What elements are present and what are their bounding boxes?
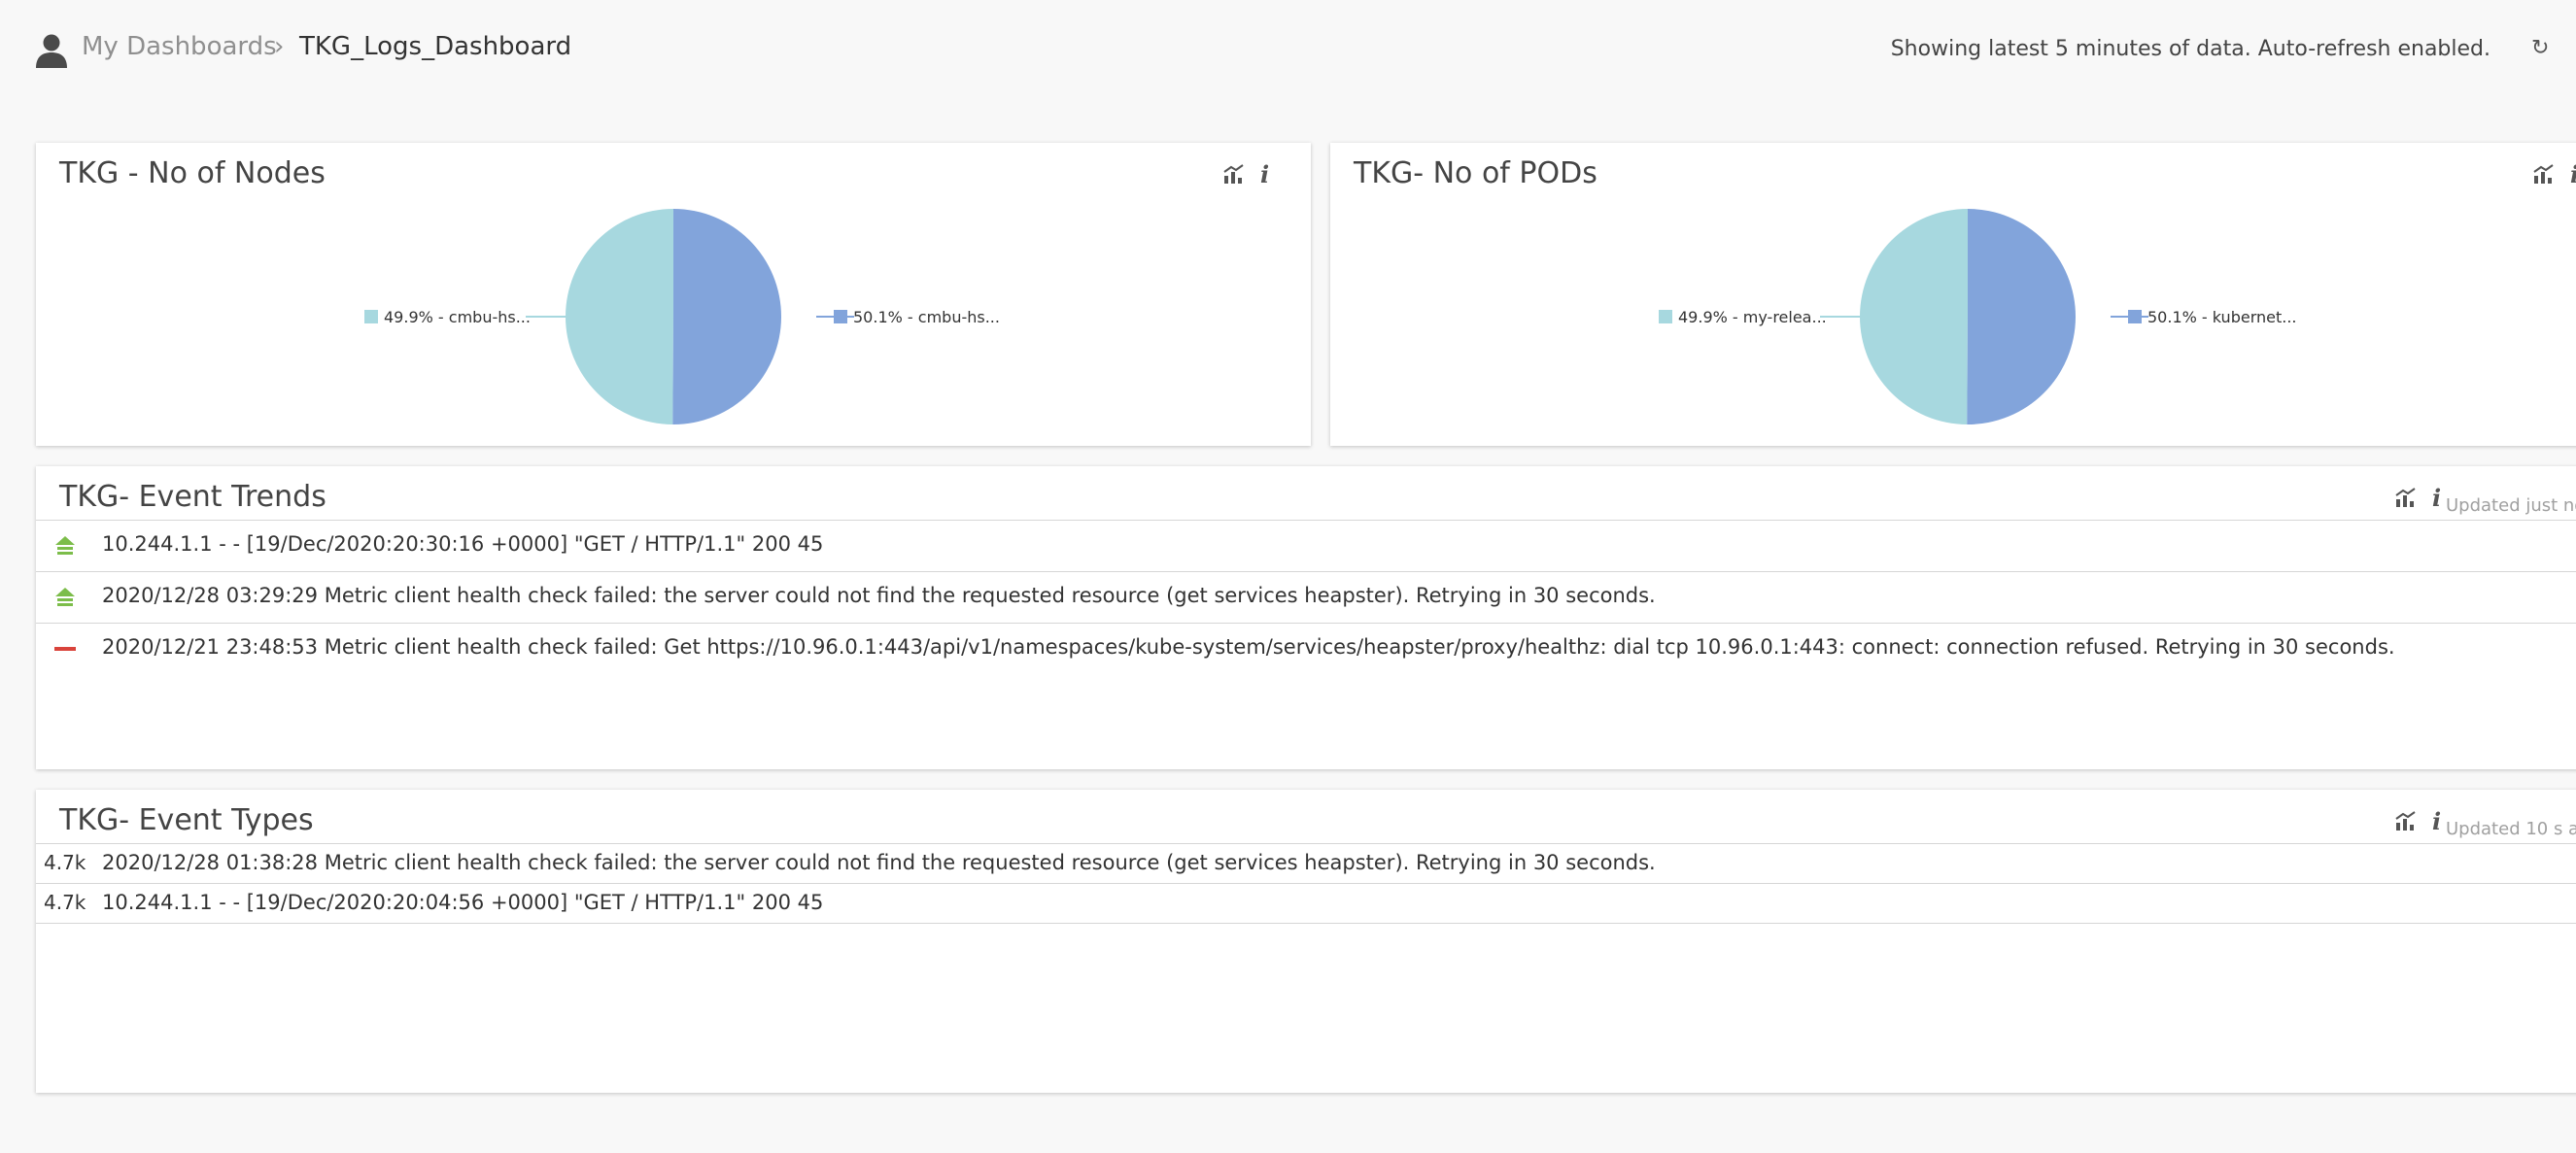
pie-chart: 49.9% - my-relea... 50.1% - kubernet... <box>1659 209 2297 424</box>
legend-label-1: 49.9% - cmbu-hs... <box>384 308 531 326</box>
pie-chart: 49.9% - cmbu-hs... 50.1% - cmbu-hs... <box>364 209 1000 424</box>
pie-slice-2[interactable] <box>1967 209 2076 424</box>
updated-status: Updated just now <box>2446 495 2576 516</box>
panel-pods: TKG- No of PODs i 49.9% - my-relea... 50… <box>1330 143 2576 446</box>
breadcrumb-current: TKG_Logs_Dashboard <box>299 32 572 61</box>
legend-label-2: 50.1% - kubernet... <box>2147 308 2297 326</box>
panel-event-trends: TKG- Event Trends i Updated just now 10.… <box>36 466 2576 769</box>
header-bar: My Dashboards › TKG_Logs_Dashboard Showi… <box>0 0 2576 97</box>
log-message: 2020/12/28 03:29:29 Metric client health… <box>102 584 1656 607</box>
trend-up-icon <box>55 536 75 555</box>
chart-icon[interactable] <box>2393 809 2419 834</box>
user-icon[interactable] <box>35 33 68 68</box>
list-item[interactable]: 4.7k 10.244.1.1 - - [19/Dec/2020:20:04:5… <box>36 883 2576 924</box>
trend-up-icon <box>55 588 75 606</box>
list-item[interactable]: 4.7k 2020/12/28 01:38:28 Metric client h… <box>36 843 2576 883</box>
legend-swatch-1 <box>364 310 378 323</box>
panel-title: TKG- Event Trends <box>59 480 326 514</box>
legend-label-1: 49.9% - my-relea... <box>1678 308 1827 326</box>
legend-swatch-2 <box>834 310 847 323</box>
list-item[interactable]: 2020/12/28 03:29:29 Metric client health… <box>36 571 2576 623</box>
log-message: 2020/12/21 23:48:53 Metric client health… <box>102 635 2395 659</box>
trend-flat-icon <box>54 647 76 651</box>
refresh-status: Showing latest 5 minutes of data. Auto-r… <box>1890 37 2490 61</box>
list-item[interactable]: 2020/12/21 23:48:53 Metric client health… <box>36 623 2576 674</box>
legend-label-2: 50.1% - cmbu-hs... <box>853 308 1000 326</box>
breadcrumb-my-dashboards[interactable]: My Dashboards <box>82 32 277 61</box>
event-count: 4.7k <box>44 851 86 874</box>
refresh-icon[interactable]: ↻ <box>2531 37 2555 60</box>
updated-status: Updated 10 s ago <box>2446 819 2576 839</box>
panel-nodes: TKG - No of Nodes i 49.9% - cmbu-hs... 5… <box>36 143 1311 446</box>
log-message: 10.244.1.1 - - [19/Dec/2020:20:04:56 +00… <box>102 891 824 914</box>
chart-icon[interactable] <box>2393 486 2419 511</box>
breadcrumb-separator: › <box>274 32 285 61</box>
panel-event-types: TKG- Event Types i Updated 10 s ago 4.7k… <box>36 790 2576 1093</box>
log-message: 10.244.1.1 - - [19/Dec/2020:20:30:16 +00… <box>102 532 824 556</box>
event-count: 4.7k <box>44 891 86 914</box>
legend-swatch-1 <box>1659 310 1672 323</box>
log-message: 2020/12/28 01:38:28 Metric client health… <box>102 851 1656 874</box>
pie-slice-1[interactable] <box>565 209 673 424</box>
panel-title: TKG- Event Types <box>59 803 314 837</box>
legend-swatch-2 <box>2128 310 2142 323</box>
pie-slice-2[interactable] <box>672 209 781 424</box>
list-item[interactable]: 10.244.1.1 - - [19/Dec/2020:20:30:16 +00… <box>36 520 2576 571</box>
pie-slice-1[interactable] <box>1859 209 1968 424</box>
